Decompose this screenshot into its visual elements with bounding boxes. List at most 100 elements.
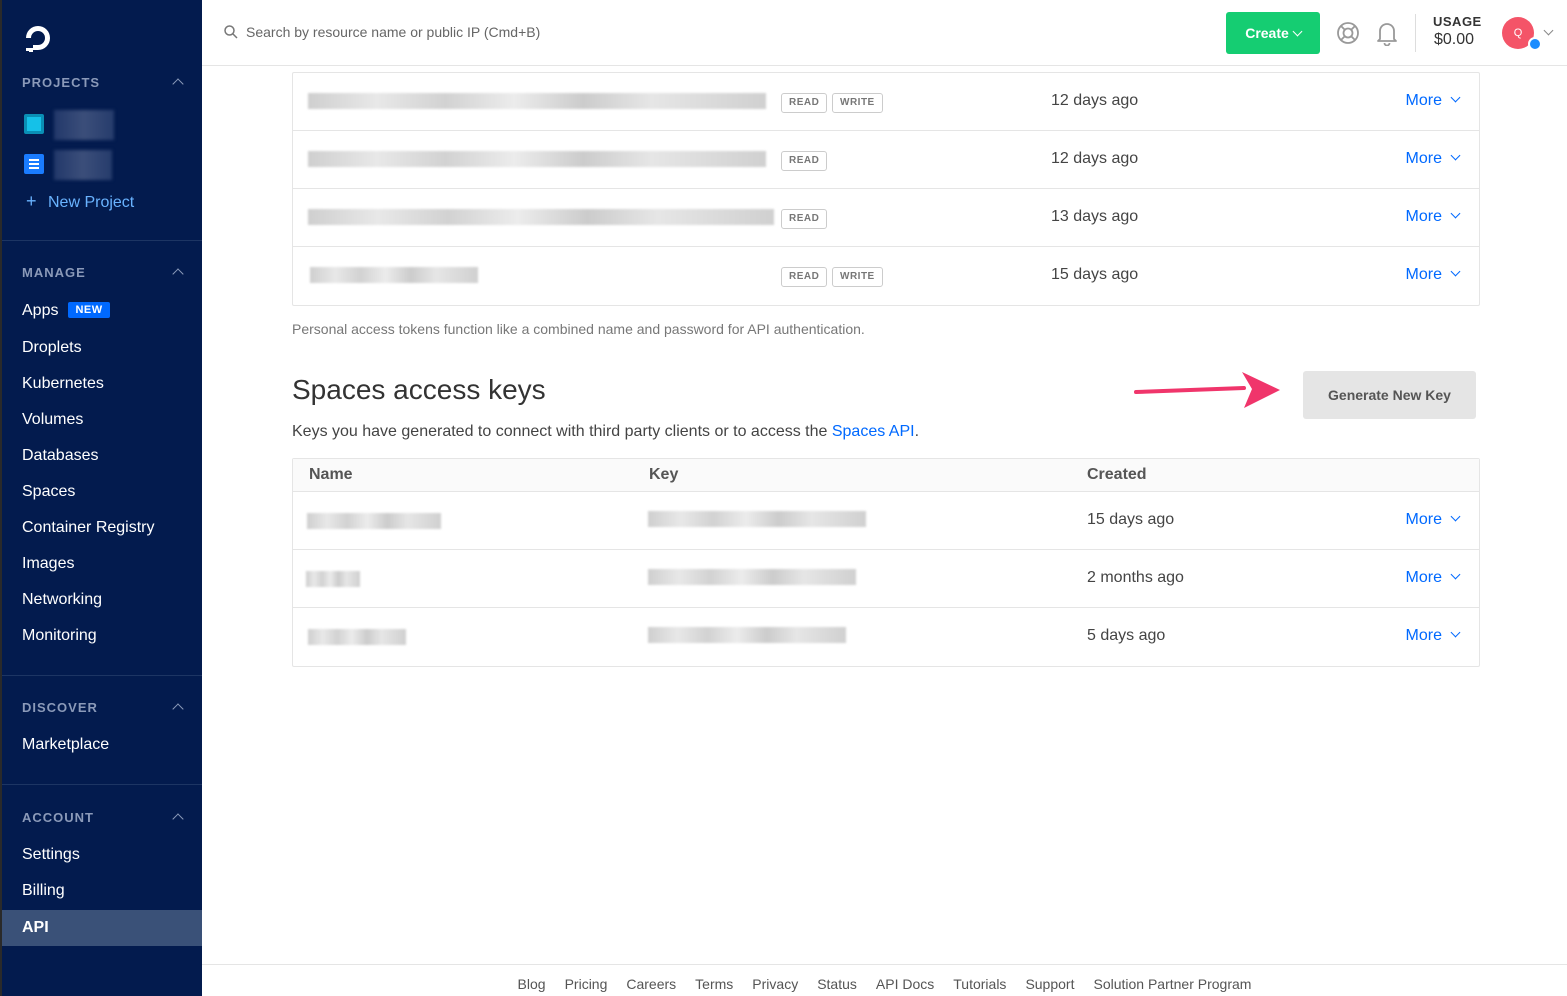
token-name-redacted (308, 209, 774, 225)
read-scope-badge: READ (781, 267, 828, 287)
sidebar-item-apps[interactable]: Apps NEW (22, 302, 110, 320)
table-row: READ WRITE 15 days ago More (293, 247, 1479, 305)
usage-label: USAGE (1433, 14, 1482, 29)
more-dropdown[interactable]: More (1405, 150, 1461, 168)
account-collapse-chevron-icon[interactable] (172, 813, 184, 825)
chevron-down-icon (1450, 511, 1461, 522)
chevron-down-icon (1450, 150, 1461, 161)
read-scope-badge: READ (781, 93, 828, 113)
table-row: READ 12 days ago More (293, 131, 1479, 189)
more-dropdown[interactable]: More (1405, 92, 1461, 110)
sidebar-item-images[interactable]: Images (22, 555, 74, 573)
table-row: READ 13 days ago More (293, 189, 1479, 247)
token-created: 12 days ago (1051, 92, 1139, 109)
search-icon (224, 25, 238, 39)
column-header-name: Name (309, 466, 353, 483)
more-label: More (1405, 511, 1442, 528)
sidebar-item-api[interactable]: API (2, 910, 202, 946)
manage-collapse-chevron-icon[interactable] (172, 268, 184, 280)
sidebar-item-marketplace[interactable]: Marketplace (22, 736, 109, 754)
more-dropdown[interactable]: More (1406, 266, 1461, 284)
key-value-redacted (648, 511, 866, 527)
project-name-redacted[interactable] (54, 150, 112, 180)
sidebar-divider (2, 675, 202, 676)
chevron-down-icon (1450, 92, 1461, 103)
table-row: 2 months ago More (293, 550, 1479, 608)
footer-link-careers[interactable]: Careers (626, 976, 676, 992)
description-period: . (914, 423, 920, 440)
key-created: 2 months ago (1087, 569, 1184, 586)
project-name-redacted[interactable] (54, 110, 114, 140)
project-icon[interactable] (24, 154, 44, 174)
sidebar-item-settings[interactable]: Settings (22, 846, 80, 864)
discover-heading: DISCOVER (22, 700, 98, 715)
footer-link-support[interactable]: Support (1025, 976, 1074, 992)
more-dropdown[interactable]: More (1406, 627, 1461, 645)
plus-icon: + (26, 191, 37, 211)
account-heading: ACCOUNT (22, 810, 94, 825)
usage-value[interactable]: $0.00 (1434, 31, 1474, 49)
sidebar-item-monitoring[interactable]: Monitoring (22, 627, 97, 645)
sidebar-item-kubernetes[interactable]: Kubernetes (22, 375, 104, 393)
token-created: 12 days ago (1051, 150, 1139, 167)
sidebar-item-volumes[interactable]: Volumes (22, 411, 83, 429)
chevron-down-icon (1450, 569, 1461, 580)
footer-link-solution-partner-program[interactable]: Solution Partner Program (1093, 976, 1251, 992)
description-text: Keys you have generated to connect with … (292, 423, 832, 440)
spaces-keys-title: Spaces access keys (292, 374, 546, 405)
footer-link-blog[interactable]: Blog (518, 976, 546, 992)
header-divider (1415, 14, 1416, 52)
more-label: More (1405, 92, 1442, 109)
projects-collapse-chevron-icon[interactable] (172, 78, 184, 90)
key-created: 5 days ago (1087, 627, 1166, 644)
footer-link-status[interactable]: Status (817, 976, 857, 992)
projects-heading: PROJECTS (22, 75, 101, 90)
more-dropdown[interactable]: More (1405, 569, 1461, 587)
sidebar-item-databases[interactable]: Databases (22, 447, 99, 465)
generate-new-key-button[interactable]: Generate New Key (1303, 371, 1476, 419)
token-name-redacted (310, 267, 478, 283)
footer-link-terms[interactable]: Terms (695, 976, 733, 992)
chevron-down-icon (1450, 266, 1461, 277)
project-icon[interactable] (24, 114, 44, 134)
sidebar-item-container-registry[interactable]: Container Registry (22, 519, 155, 537)
footer-link-privacy[interactable]: Privacy (752, 976, 798, 992)
write-scope-badge: WRITE (832, 267, 883, 287)
discover-collapse-chevron-icon[interactable] (172, 703, 184, 715)
sidebar: PROJECTS + New Project MANAGE Apps NEW Dro… (0, 0, 202, 996)
more-label: More (1405, 150, 1442, 167)
sidebar-divider (2, 240, 202, 241)
table-row: 15 days ago More (293, 492, 1479, 550)
table-row: READ WRITE 12 days ago More (293, 73, 1479, 131)
team-badge-icon (1528, 37, 1542, 51)
footer-links: Blog Pricing Careers Terms Privacy Statu… (202, 965, 1567, 992)
sidebar-item-spaces[interactable]: Spaces (22, 483, 75, 501)
footer-link-pricing[interactable]: Pricing (565, 976, 608, 992)
token-name-redacted (308, 93, 766, 109)
sidebar-item-droplets[interactable]: Droplets (22, 339, 82, 357)
sidebar-item-billing[interactable]: Billing (22, 882, 65, 900)
create-button[interactable]: Create (1226, 12, 1320, 54)
more-dropdown[interactable]: More (1406, 208, 1461, 226)
notifications-bell-icon[interactable] (1375, 20, 1399, 46)
column-header-key: Key (649, 466, 679, 483)
footer-link-api-docs[interactable]: API Docs (876, 976, 934, 992)
token-created: 15 days ago (1051, 266, 1139, 283)
account-menu-chevron-icon[interactable] (1543, 25, 1554, 36)
sidebar-item-label: Apps (22, 302, 59, 319)
digitalocean-logo-icon[interactable] (22, 22, 54, 54)
new-badge: NEW (68, 302, 110, 318)
column-header-created: Created (1087, 466, 1147, 483)
spaces-api-link[interactable]: Spaces API (832, 423, 915, 440)
help-lifebuoy-icon[interactable] (1336, 21, 1360, 45)
key-name-redacted (307, 513, 441, 529)
sidebar-item-networking[interactable]: Networking (22, 591, 102, 609)
top-header: Create USAGE $0.00 Q (202, 0, 1567, 66)
footer-link-tutorials[interactable]: Tutorials (953, 976, 1006, 992)
spaces-keys-description: Keys you have generated to connect with … (292, 423, 919, 441)
key-created: 15 days ago (1087, 511, 1175, 528)
more-label: More (1405, 569, 1442, 586)
more-dropdown[interactable]: More (1405, 511, 1461, 529)
new-project-link[interactable]: + New Project (26, 191, 134, 212)
search-input[interactable] (246, 20, 746, 44)
